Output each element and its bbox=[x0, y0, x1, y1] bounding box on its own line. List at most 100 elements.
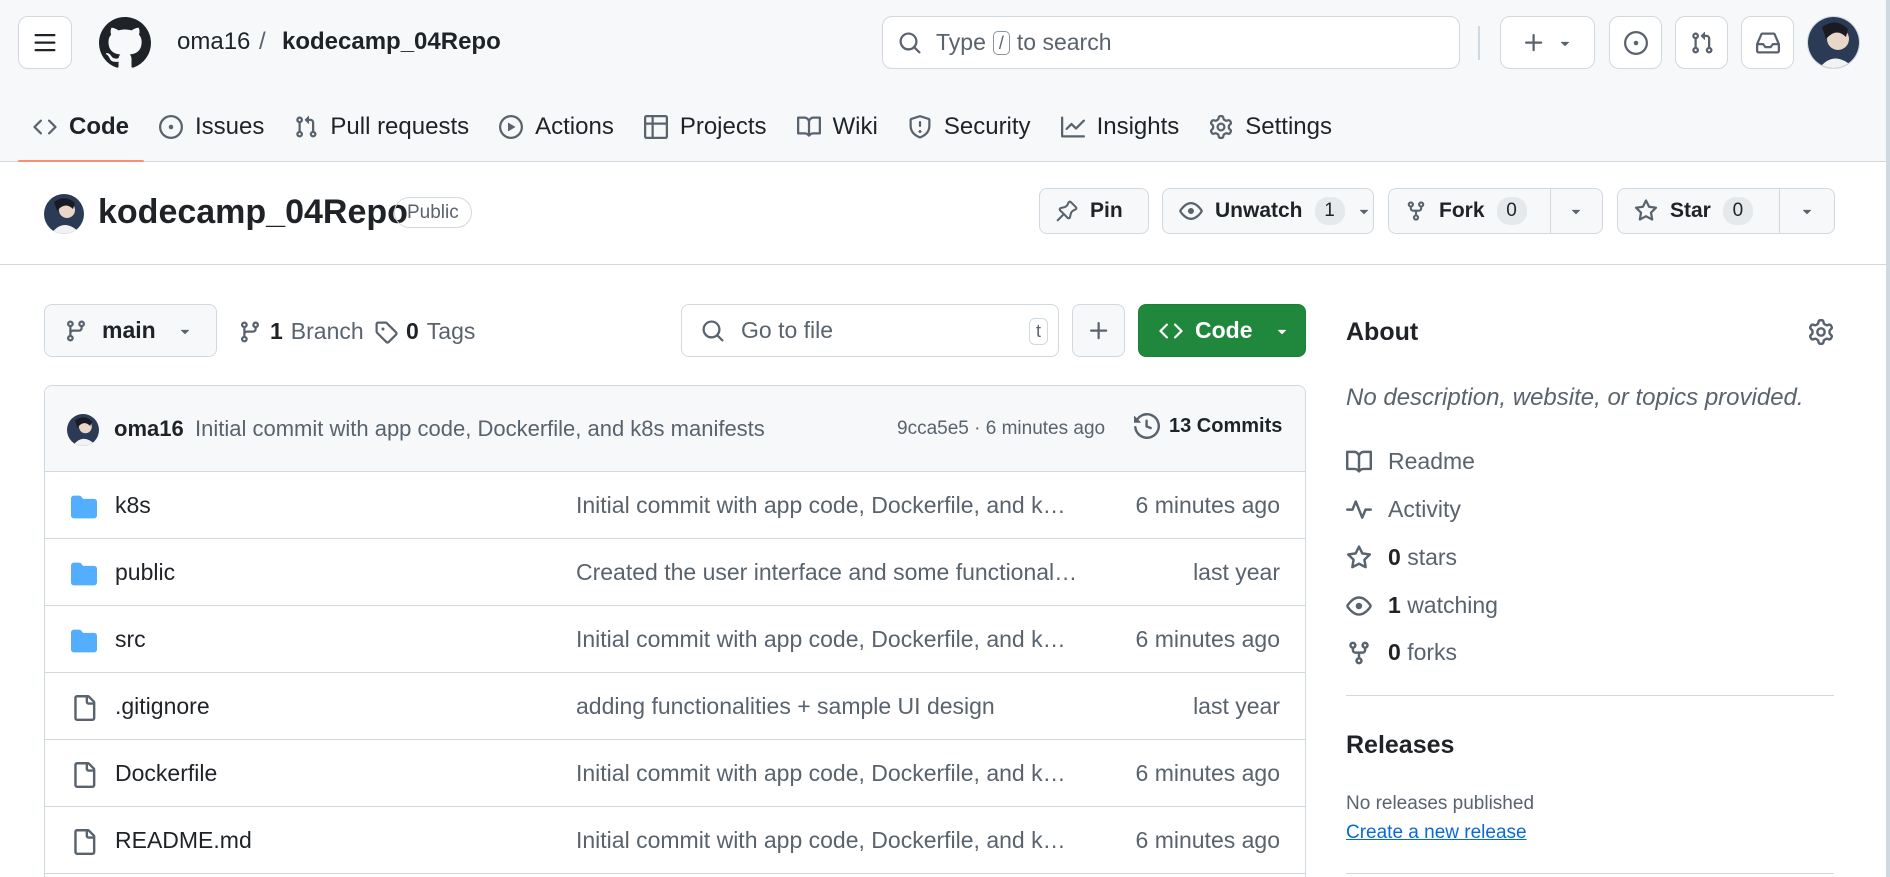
pull-requests-button[interactable] bbox=[1675, 16, 1728, 69]
tab-code-label: Code bbox=[69, 113, 129, 140]
tab-projects[interactable]: Projects bbox=[629, 92, 782, 162]
tab-pull-requests[interactable]: Pull requests bbox=[279, 92, 484, 162]
about-description: No description, website, or topics provi… bbox=[1346, 384, 1804, 411]
stars-link[interactable]: 0 stars bbox=[1346, 544, 1457, 571]
star-button[interactable]: Star 0 bbox=[1617, 188, 1835, 234]
file-row-src[interactable]: src Initial commit with app code, Docker… bbox=[45, 606, 1305, 673]
search-icon bbox=[899, 32, 921, 54]
graph-icon bbox=[1060, 116, 1085, 138]
star-caret[interactable] bbox=[1778, 189, 1834, 233]
tags-label: Tags bbox=[426, 318, 476, 344]
folder-icon bbox=[71, 495, 97, 519]
repo-name[interactable]: kodecamp_04Repo bbox=[98, 193, 408, 232]
activity-link[interactable]: Activity bbox=[1346, 496, 1461, 523]
pulse-icon bbox=[1346, 499, 1372, 519]
branch-name: main bbox=[102, 317, 156, 343]
shield-icon bbox=[909, 115, 931, 139]
commit-author-avatar[interactable] bbox=[67, 414, 99, 446]
menu-button[interactable] bbox=[18, 16, 72, 69]
file-row-public[interactable]: public Created the user interface and so… bbox=[45, 539, 1305, 606]
global-search-input[interactable]: Type / to search bbox=[882, 16, 1460, 69]
fork-segment[interactable]: Fork 0 bbox=[1389, 189, 1550, 233]
watching-link[interactable]: 1 watching bbox=[1346, 592, 1498, 619]
tab-code[interactable]: Code bbox=[18, 92, 144, 163]
create-new-button[interactable] bbox=[1500, 16, 1595, 69]
unwatch-caret[interactable] bbox=[1355, 189, 1385, 233]
about-heading: About bbox=[1346, 318, 1419, 346]
history-icon bbox=[1134, 413, 1160, 439]
releases-heading[interactable]: Releases bbox=[1346, 731, 1454, 760]
tags-count: 0 bbox=[406, 318, 419, 344]
file-commit-message[interactable]: adding functionalities + sample UI desig… bbox=[576, 693, 1078, 720]
file-commit-message[interactable]: Created the user interface and some func… bbox=[576, 559, 1078, 586]
file-commit-message[interactable]: Initial commit with app code, Dockerfile… bbox=[576, 626, 1078, 653]
file-commit-time: 6 minutes ago bbox=[1135, 492, 1280, 518]
file-name[interactable]: src bbox=[115, 626, 146, 653]
breadcrumb-separator: / bbox=[259, 28, 266, 55]
forks-link[interactable]: 0 forks bbox=[1346, 639, 1457, 666]
repo-nav-tabs: Code Issues Pull requests Actions Projec… bbox=[18, 92, 1347, 163]
file-row-readme[interactable]: README.md Initial commit with app code, … bbox=[45, 807, 1305, 874]
search-shortcut-key: / bbox=[992, 30, 1010, 55]
file-commit-message[interactable]: Initial commit with app code, Dockerfile… bbox=[576, 492, 1078, 519]
tab-settings[interactable]: Settings bbox=[1194, 92, 1347, 162]
commits-history-link[interactable]: 13 Commits bbox=[1134, 413, 1282, 439]
inbox-icon bbox=[1755, 31, 1780, 53]
file-name[interactable]: .gitignore bbox=[115, 693, 210, 720]
go-to-file-input[interactable]: Go to file t bbox=[681, 304, 1059, 357]
tab-projects-label: Projects bbox=[679, 113, 767, 140]
star-segment[interactable]: Star 0 bbox=[1618, 189, 1779, 233]
owner-avatar[interactable] bbox=[44, 194, 84, 234]
search-placeholder: Type / to search bbox=[936, 29, 1112, 56]
tab-issues-label: Issues bbox=[195, 113, 265, 140]
commit-time: 6 minutes ago bbox=[985, 418, 1106, 439]
commit-author[interactable]: oma16 bbox=[114, 416, 184, 442]
breadcrumb-repo[interactable]: kodecamp_04Repo bbox=[282, 28, 501, 56]
commit-dot: · bbox=[974, 418, 981, 439]
tab-security[interactable]: Security bbox=[893, 92, 1046, 162]
table-icon bbox=[643, 115, 668, 139]
code-dropdown-button[interactable]: Code bbox=[1138, 304, 1306, 357]
file-name[interactable]: public bbox=[115, 559, 175, 586]
breadcrumb-owner[interactable]: oma16 bbox=[177, 28, 250, 56]
file-commit-time: 6 minutes ago bbox=[1135, 827, 1280, 853]
tab-issues[interactable]: Issues bbox=[144, 92, 279, 162]
fork-count: 0 bbox=[1496, 197, 1527, 225]
branch-selector[interactable]: main bbox=[44, 304, 217, 357]
edit-about-button[interactable] bbox=[1808, 319, 1834, 345]
user-avatar[interactable] bbox=[1807, 16, 1860, 69]
file-commit-message[interactable]: Initial commit with app code, Dockerfile… bbox=[576, 827, 1078, 854]
file-row-k8s[interactable]: k8s Initial commit with app code, Docker… bbox=[45, 472, 1305, 539]
file-commit-time: last year bbox=[1193, 693, 1280, 719]
tab-actions[interactable]: Actions bbox=[484, 92, 629, 162]
file-icon bbox=[74, 762, 96, 788]
file-row-dockerfile[interactable]: Dockerfile Initial commit with app code,… bbox=[45, 740, 1305, 807]
github-logo-icon[interactable] bbox=[99, 17, 151, 69]
plus-icon bbox=[1089, 321, 1107, 339]
branches-count: 1 bbox=[270, 318, 283, 344]
fork-button[interactable]: Fork 0 bbox=[1388, 188, 1603, 234]
add-file-button[interactable] bbox=[1072, 304, 1125, 357]
caret-down-icon bbox=[1359, 209, 1368, 215]
file-name[interactable]: k8s bbox=[115, 492, 151, 519]
tags-link[interactable]: 0 Tags bbox=[374, 318, 475, 345]
tab-wiki[interactable]: Wiki bbox=[782, 92, 893, 162]
tab-insights[interactable]: Insights bbox=[1046, 92, 1195, 162]
create-release-link[interactable]: Create a new release bbox=[1346, 822, 1527, 844]
issues-button[interactable] bbox=[1609, 16, 1662, 69]
commit-hash[interactable]: 9cca5e5 bbox=[897, 418, 969, 439]
file-icon bbox=[74, 695, 96, 721]
readme-link[interactable]: Readme bbox=[1346, 448, 1475, 475]
stars-label: stars bbox=[1407, 544, 1458, 570]
fork-caret[interactable] bbox=[1549, 189, 1602, 233]
unwatch-button[interactable]: Unwatch 1 bbox=[1162, 188, 1374, 234]
inbox-button[interactable] bbox=[1741, 16, 1794, 69]
pin-button[interactable]: Pin bbox=[1039, 188, 1149, 234]
file-commit-message[interactable]: Initial commit with app code, Dockerfile… bbox=[576, 760, 1078, 787]
file-name[interactable]: README.md bbox=[115, 827, 252, 854]
branches-link[interactable]: 1 Branch bbox=[238, 318, 364, 345]
file-row-gitignore[interactable]: .gitignore adding functionalities + samp… bbox=[45, 673, 1305, 740]
commit-message[interactable]: Initial commit with app code, Dockerfile… bbox=[195, 416, 765, 442]
gear-icon bbox=[1808, 319, 1834, 345]
file-name[interactable]: Dockerfile bbox=[115, 760, 217, 787]
